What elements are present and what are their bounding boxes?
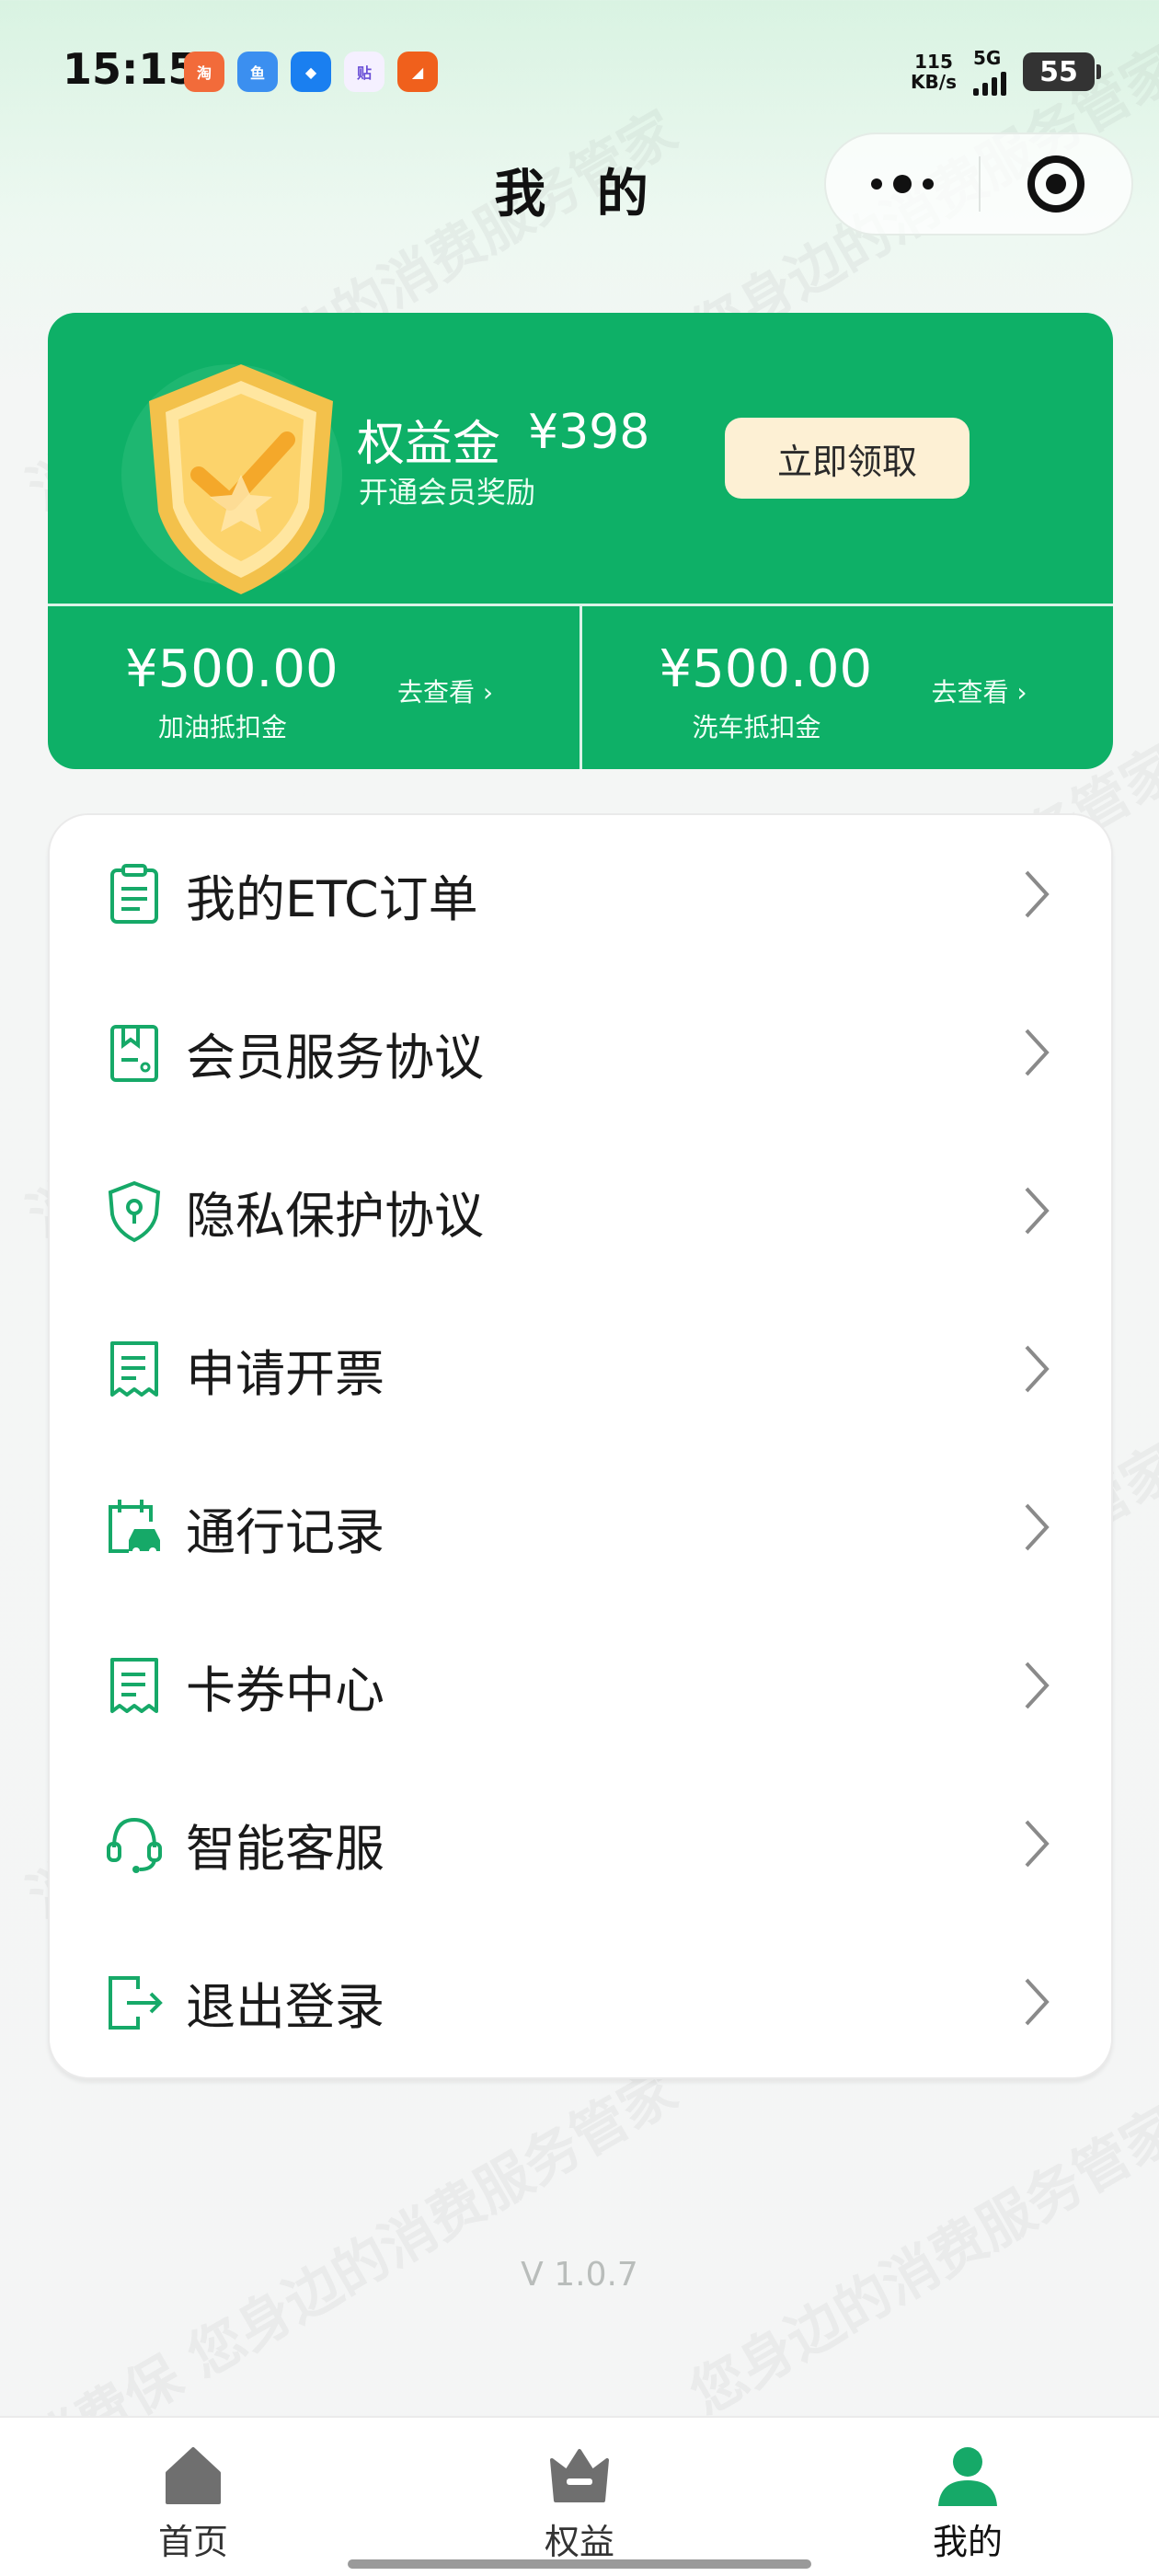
menu-item-label: 退出登录 — [186, 1977, 384, 2036]
tab-label: 我的 — [932, 2522, 1003, 2562]
carwash-coupon[interactable]: ¥500.00 洗车抵扣金 去查看 › — [579, 606, 1114, 769]
orange-app-icon: ◢ — [397, 52, 438, 92]
menu-item-label: 会员服务协议 — [186, 1028, 484, 1087]
user-icon — [938, 2447, 997, 2506]
claim-now-button[interactable]: 立即领取 — [725, 418, 970, 499]
menu-item-etc-orders[interactable]: 我的ETC订单 — [50, 815, 1115, 973]
system-indicators: 115 KB/s 5G 55 — [911, 48, 1101, 96]
notification-icons: 淘 鱼 ◆ 贴 ◢ — [184, 52, 438, 92]
menu-item-logout[interactable]: 退出登录 — [50, 1923, 1115, 2081]
menu-item-member-agreement[interactable]: 会员服务协议 — [50, 973, 1115, 1132]
menu-item-travel-records[interactable]: 通行记录 — [50, 1448, 1115, 1606]
coupon-receipt-icon — [110, 1658, 158, 1713]
shield-badge-icon — [121, 364, 342, 594]
receipt-icon — [110, 1341, 158, 1397]
bonus-label: 权益金 — [357, 417, 501, 472]
mini-program-capsule — [824, 132, 1133, 236]
tab-label: 首页 — [157, 2522, 228, 2562]
network-type: 5G — [973, 47, 1002, 69]
taobao-flash-icon: 淘 — [184, 52, 224, 92]
xianyu-live-icon: 鱼 — [237, 52, 278, 92]
menu-item-label: 隐私保护协议 — [186, 1186, 484, 1245]
chevron-right-icon — [1025, 1029, 1050, 1076]
battery-level: 55 — [1039, 55, 1078, 88]
coupon-label: 洗车抵扣金 — [692, 712, 821, 742]
coupon-label: 加油抵扣金 — [158, 712, 288, 742]
status-time: 15:15 — [63, 44, 198, 94]
coupon-row: ¥500.00 加油抵扣金 去查看 › ¥500.00 洗车抵扣金 去查看 › — [48, 604, 1113, 769]
car-calendar-icon — [109, 1500, 160, 1555]
clipboard-icon — [110, 864, 158, 924]
crown-icon — [550, 2449, 609, 2502]
menu-item-customer-service[interactable]: 智能客服 — [50, 1765, 1115, 1923]
net-speed-unit: KB/s — [911, 71, 957, 93]
home-indicator[interactable] — [348, 2559, 811, 2569]
fuel-coupon[interactable]: ¥500.00 加油抵扣金 去查看 › — [48, 606, 580, 769]
app-version: V 1.0.7 — [521, 2256, 638, 2294]
view-carwash-coupon-link[interactable]: 去查看 › — [932, 673, 1027, 709]
tab-label: 权益 — [544, 2522, 614, 2562]
signal-group: 5G — [973, 48, 1006, 96]
chevron-right-icon — [1025, 1978, 1050, 2026]
chevron-right-icon — [1025, 1662, 1050, 1709]
bookmark-document-icon — [110, 1025, 158, 1082]
bottom-tab-bar: 首页 权益 我的 — [0, 2416, 1159, 2576]
tab-mine[interactable]: 我的 — [876, 2418, 1060, 2576]
battery-icon: 55 — [1023, 52, 1101, 91]
menu-item-coupon-center[interactable]: 卡券中心 — [50, 1606, 1115, 1765]
bonus-amount: ¥398 — [528, 405, 650, 460]
signal-bars-icon — [973, 68, 1006, 96]
net-speed-value: 115 — [914, 51, 953, 73]
menu-list: 我的ETC订单 会员服务协议 隐私保护协议 申请开票 通行记录 卡券中心 智能客… — [48, 813, 1113, 2079]
status-bar: 15:15 淘 鱼 ◆ 贴 ◢ 115 KB/s 5G 55 — [0, 0, 1159, 138]
tieba-icon: 贴 — [344, 52, 384, 92]
more-options-icon[interactable] — [826, 175, 979, 193]
chevron-right-icon — [1025, 1820, 1050, 1868]
chevron-right-icon — [1025, 870, 1050, 918]
menu-item-label: 卡券中心 — [186, 1661, 384, 1719]
menu-item-label: 我的ETC订单 — [186, 869, 478, 928]
coupon-amount: ¥500.00 — [125, 639, 339, 699]
headset-icon — [107, 1817, 162, 1873]
bonus-subtitle: 开通会员奖励 — [359, 475, 536, 510]
menu-item-privacy-agreement[interactable]: 隐私保护协议 — [50, 1132, 1115, 1290]
shield-lock-icon — [108, 1180, 161, 1243]
blue-app-icon: ◆ — [291, 52, 331, 92]
chevron-right-icon — [1025, 1503, 1050, 1551]
coupon-amount: ¥500.00 — [659, 639, 873, 699]
home-icon — [166, 2447, 221, 2504]
close-mini-program-icon[interactable] — [981, 155, 1131, 213]
menu-item-invoice[interactable]: 申请开票 — [50, 1290, 1115, 1448]
bonus-line: 权益金 ¥398 — [357, 405, 649, 474]
tab-home[interactable]: 首页 — [101, 2418, 285, 2576]
chevron-right-icon — [1025, 1345, 1050, 1393]
tab-benefits[interactable]: 权益 — [488, 2418, 671, 2576]
chevron-right-icon — [1025, 1187, 1050, 1235]
rewards-card: 权益金 ¥398 开通会员奖励 立即领取 ¥500.00 加油抵扣金 去查看 ›… — [48, 313, 1113, 769]
menu-item-label: 申请开票 — [186, 1344, 384, 1403]
logout-icon — [109, 1976, 163, 2030]
view-fuel-coupon-link[interactable]: 去查看 › — [397, 673, 493, 709]
net-speed: 115 KB/s — [911, 52, 957, 92]
menu-item-label: 通行记录 — [186, 1502, 384, 1561]
menu-item-label: 智能客服 — [186, 1819, 384, 1878]
